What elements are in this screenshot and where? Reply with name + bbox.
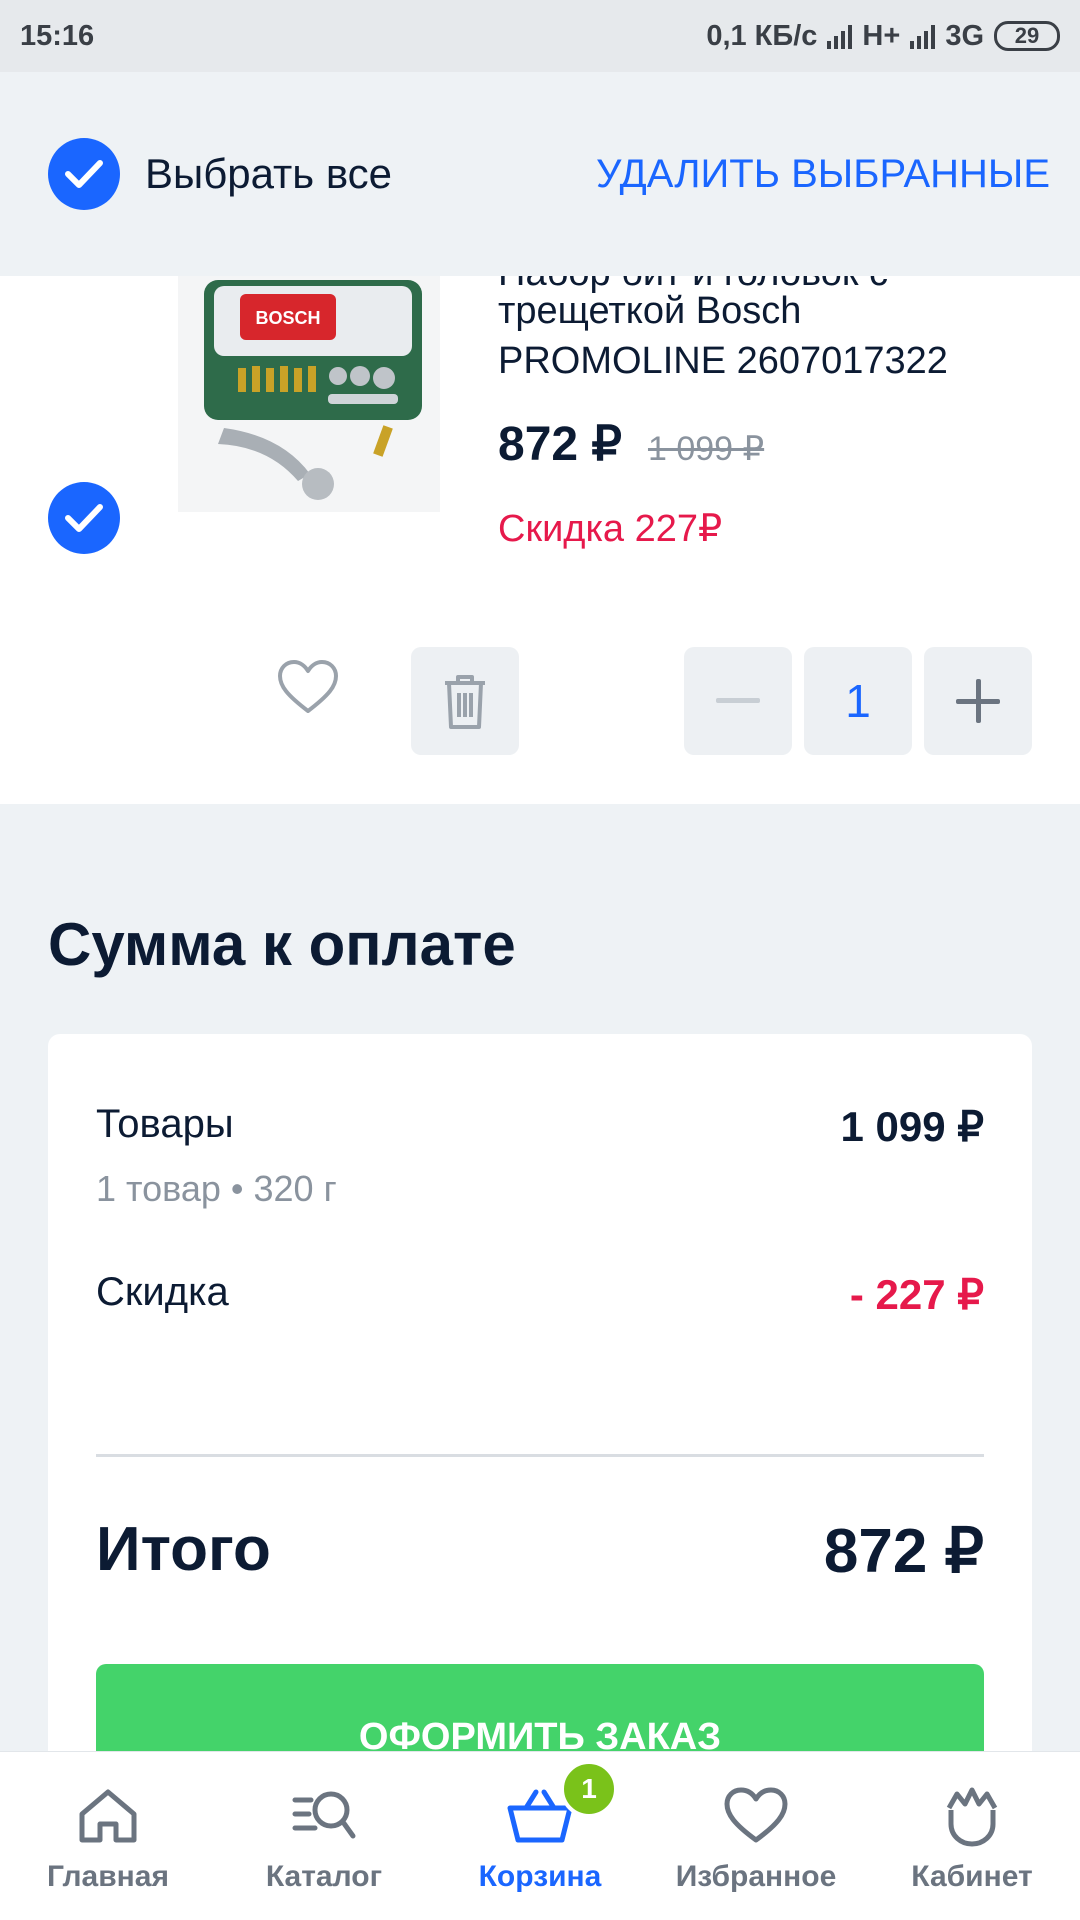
checkmark-icon bbox=[65, 160, 103, 188]
status-indicators: 0,1 КБ/с H+ 3G 29 bbox=[706, 20, 1060, 53]
summary-heading: Сумма к оплате bbox=[48, 911, 516, 978]
quantity-decrease-button[interactable] bbox=[684, 647, 792, 755]
status-time: 15:16 bbox=[20, 19, 95, 52]
nav-label: Корзина bbox=[478, 1860, 602, 1893]
minus-icon bbox=[716, 698, 760, 703]
nav-item-cart[interactable]: Корзина 1 bbox=[432, 1752, 648, 1920]
product-brand-text: BOSCH bbox=[255, 308, 320, 328]
heart-outline-icon bbox=[278, 660, 338, 713]
trash-icon bbox=[445, 675, 485, 729]
nav-item-account[interactable]: Кабинет bbox=[864, 1752, 1080, 1920]
total-value: 872 ₽ bbox=[823, 1517, 984, 1586]
nav-label: Каталог bbox=[265, 1860, 383, 1893]
discount-label: Скидка bbox=[96, 1270, 229, 1314]
nav-item-catalog[interactable]: Каталог bbox=[216, 1752, 432, 1920]
crown-icon bbox=[936, 1780, 1008, 1852]
select-bar: Выбрать все УДАЛИТЬ ВЫБРАННЫЕ bbox=[0, 72, 1080, 276]
price-row: 872 ₽ 1 099 ₽ bbox=[498, 416, 764, 472]
discount-value: - 227 ₽ bbox=[849, 1271, 984, 1318]
signal-icon bbox=[827, 23, 853, 49]
cart-item: Набор бит и головок с BOSCH трещеткой Bo… bbox=[0, 252, 1080, 804]
plus-icon bbox=[956, 679, 1000, 723]
favorite-button[interactable] bbox=[272, 651, 344, 723]
quantity-value[interactable]: 1 bbox=[804, 647, 912, 755]
nav-label: Главная bbox=[46, 1860, 169, 1893]
heart-icon bbox=[720, 1780, 792, 1852]
nav-label: Избранное bbox=[675, 1860, 837, 1893]
product-title[interactable]: трещеткой Bosch PROMOLINE 2607017322 bbox=[498, 286, 1038, 386]
select-all-label[interactable]: Выбрать все bbox=[145, 150, 392, 198]
nav-item-favorites[interactable]: Избранное bbox=[648, 1752, 864, 1920]
product-photo: BOSCH bbox=[204, 280, 422, 500]
battery-icon: 29 bbox=[994, 21, 1060, 51]
goods-value: 1 099 ₽ bbox=[840, 1103, 985, 1150]
quantity-increase-button[interactable] bbox=[924, 647, 1032, 755]
network-type-2: 3G bbox=[945, 19, 984, 52]
network-type-1: H+ bbox=[862, 19, 901, 52]
product-image[interactable]: BOSCH bbox=[178, 276, 440, 512]
current-price: 872 ₽ bbox=[498, 418, 622, 471]
product-title-line: PROMOLINE 2607017322 bbox=[498, 340, 948, 382]
home-icon bbox=[72, 1780, 144, 1852]
delete-item-button[interactable] bbox=[411, 647, 519, 755]
goods-label: Товары bbox=[96, 1102, 234, 1146]
checkmark-icon bbox=[65, 504, 103, 532]
catalog-search-icon bbox=[288, 1780, 360, 1852]
total-label: Итого bbox=[96, 1515, 271, 1584]
product-title-line: трещеткой Bosch bbox=[498, 290, 802, 332]
network-speed: 0,1 КБ/с bbox=[706, 19, 818, 52]
delete-selected-button[interactable]: УДАЛИТЬ ВЫБРАННЫЕ bbox=[596, 152, 1050, 197]
bottom-navigation: Главная Каталог Корзина 1 Избранное Каби… bbox=[0, 1752, 1080, 1920]
goods-details: 1 товар • 320 г bbox=[96, 1168, 337, 1209]
nav-label: Кабинет bbox=[911, 1860, 1033, 1893]
cart-badge: 1 bbox=[560, 1760, 618, 1818]
item-discount: Скидка 227₽ bbox=[498, 508, 723, 550]
item-checkbox[interactable] bbox=[48, 482, 120, 554]
nav-item-home[interactable]: Главная bbox=[0, 1752, 216, 1920]
select-all-checkbox[interactable] bbox=[48, 138, 120, 210]
summary-divider bbox=[96, 1454, 984, 1457]
old-price: 1 099 ₽ bbox=[647, 430, 765, 468]
signal-icon-2 bbox=[910, 23, 936, 49]
status-bar: 15:16 0,1 КБ/с H+ 3G 29 bbox=[0, 0, 1080, 72]
